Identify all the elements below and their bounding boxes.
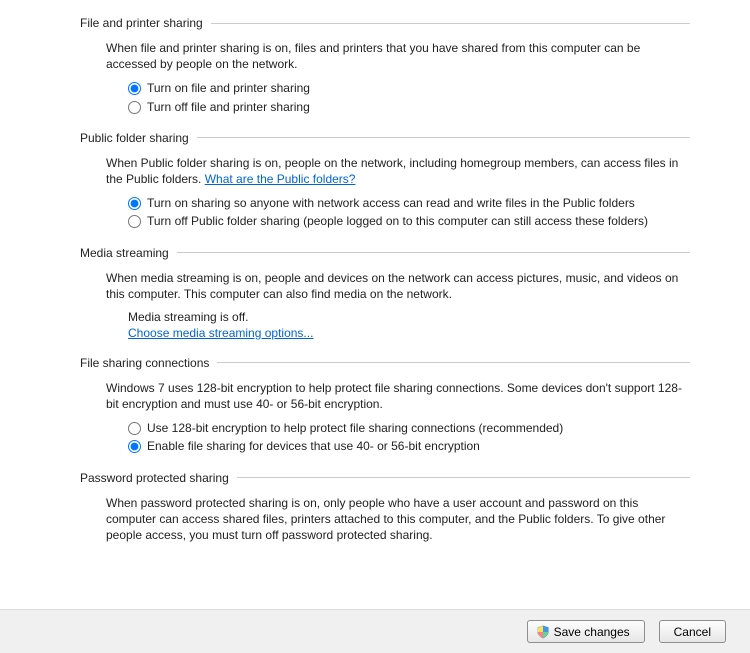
button-label: Save changes — [554, 625, 630, 639]
section-title: Media streaming — [80, 246, 169, 260]
section-description: When password protected sharing is on, o… — [106, 495, 690, 544]
description-text: When Public folder sharing is on, people… — [106, 156, 678, 186]
section-header: File and printer sharing — [80, 16, 690, 30]
section-password-protected-sharing: Password protected sharing When password… — [80, 471, 690, 544]
divider — [237, 477, 690, 478]
link-what-are-public-folders[interactable]: What are the Public folders? — [205, 172, 356, 186]
radio-label: Use 128-bit encryption to help protect f… — [147, 420, 563, 436]
section-media-streaming: Media streaming When media streaming is … — [80, 246, 690, 340]
section-file-sharing-connections: File sharing connections Windows 7 uses … — [80, 356, 690, 455]
cancel-button[interactable]: Cancel — [659, 620, 726, 643]
radio-40-56bit-encryption[interactable]: Enable file sharing for devices that use… — [128, 438, 690, 454]
divider — [197, 137, 690, 138]
link-choose-media-options[interactable]: Choose media streaming options... — [128, 326, 313, 340]
radio-input[interactable] — [128, 422, 141, 435]
section-header: Media streaming — [80, 246, 690, 260]
radio-label: Turn off Public folder sharing (people l… — [147, 213, 648, 229]
section-public-folder-sharing: Public folder sharing When Public folder… — [80, 131, 690, 230]
radio-turn-off-file-printer[interactable]: Turn off file and printer sharing — [128, 99, 690, 115]
section-description: When Public folder sharing is on, people… — [106, 155, 690, 187]
radio-128bit-encryption[interactable]: Use 128-bit encryption to help protect f… — [128, 420, 690, 436]
section-header: File sharing connections — [80, 356, 690, 370]
radio-turn-off-public-sharing[interactable]: Turn off Public folder sharing (people l… — [128, 213, 690, 229]
dialog-footer: Save changes Cancel — [0, 609, 750, 653]
radio-input[interactable] — [128, 197, 141, 210]
radio-turn-on-public-sharing[interactable]: Turn on sharing so anyone with network a… — [128, 195, 690, 211]
radio-label: Enable file sharing for devices that use… — [147, 438, 480, 454]
section-header: Public folder sharing — [80, 131, 690, 145]
section-title: Password protected sharing — [80, 471, 229, 485]
section-header: Password protected sharing — [80, 471, 690, 485]
radio-input[interactable] — [128, 82, 141, 95]
radio-input[interactable] — [128, 440, 141, 453]
section-description: When media streaming is on, people and d… — [106, 270, 690, 302]
section-description: When file and printer sharing is on, fil… — [106, 40, 690, 72]
radio-turn-on-file-printer[interactable]: Turn on file and printer sharing — [128, 80, 690, 96]
radio-label: Turn on file and printer sharing — [147, 80, 310, 96]
save-changes-button[interactable]: Save changes — [527, 620, 645, 643]
radio-input[interactable] — [128, 101, 141, 114]
radio-label: Turn off file and printer sharing — [147, 99, 310, 115]
uac-shield-icon — [536, 625, 550, 639]
radio-label: Turn on sharing so anyone with network a… — [147, 195, 635, 211]
section-title: File and printer sharing — [80, 16, 203, 30]
button-label: Cancel — [674, 625, 711, 639]
advanced-sharing-content: File and printer sharing When file and p… — [0, 0, 750, 609]
section-title: Public folder sharing — [80, 131, 189, 145]
divider — [217, 362, 690, 363]
media-status-text: Media streaming is off. — [128, 310, 690, 324]
divider — [211, 23, 690, 24]
radio-input[interactable] — [128, 215, 141, 228]
section-file-printer-sharing: File and printer sharing When file and p… — [80, 16, 690, 115]
section-description: Windows 7 uses 128-bit encryption to hel… — [106, 380, 690, 412]
section-title: File sharing connections — [80, 356, 209, 370]
divider — [177, 252, 690, 253]
